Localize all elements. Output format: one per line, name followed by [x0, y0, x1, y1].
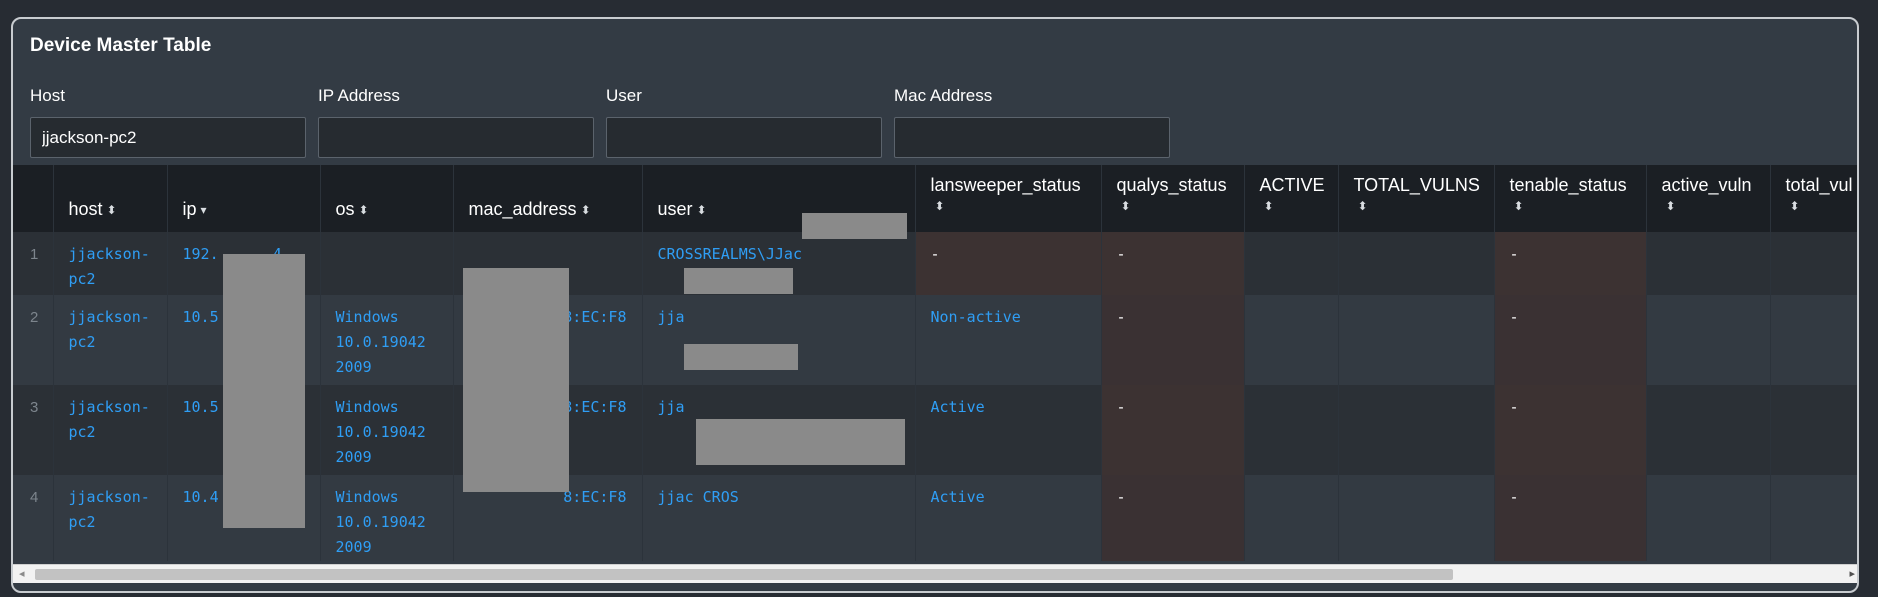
tenable-status-cell[interactable]: -: [1494, 232, 1647, 295]
mac-filter-label: Mac Address: [894, 86, 993, 105]
sort-icon: ⬍: [1513, 199, 1524, 213]
host-cell[interactable]: jjackson-pc2: [53, 232, 168, 295]
row-number: 1: [13, 232, 54, 295]
scroll-right-arrow-icon[interactable]: ▸: [1849, 567, 1855, 580]
host-cell[interactable]: jjackson-pc2: [53, 295, 168, 385]
total-vulns-cell: [1338, 295, 1495, 385]
qualys-status-cell[interactable]: -: [1101, 475, 1245, 561]
user-filter-label: User: [606, 86, 642, 105]
total-vulns-cell: [1338, 385, 1495, 475]
total-vulns-cell: [1338, 232, 1495, 295]
mac-filter: Mac Address: [894, 83, 1170, 158]
user-filter: User: [606, 83, 882, 158]
column-header-ip[interactable]: ip ▾: [167, 165, 321, 232]
sort-icon: ⬍: [1263, 199, 1274, 213]
os-cell[interactable]: Windows 10.0.19042 2009: [320, 295, 454, 385]
ip-filter: IP Address: [318, 83, 594, 158]
table-header-row: host ⬍ ip ▾ os ⬍ mac_address ⬍ user ⬍ lanswee…: [13, 165, 1857, 232]
total-vul-cell: [1770, 295, 1857, 385]
sort-icon: ⬍: [580, 203, 591, 218]
column-header-os[interactable]: os ⬍: [320, 165, 454, 232]
column-header-tenable-status[interactable]: tenable_status ⬍: [1494, 165, 1647, 232]
sort-icon: ⬍: [1789, 199, 1800, 213]
active-vuln-cell: [1646, 232, 1771, 295]
tenable-status-cell[interactable]: -: [1494, 475, 1647, 561]
redaction-block-mac: [463, 268, 569, 492]
total-vul-cell: [1770, 232, 1857, 295]
row-number: 4: [13, 475, 54, 561]
user-filter-input[interactable]: [606, 117, 882, 158]
lansweeper-status-cell[interactable]: -: [915, 232, 1102, 295]
scroll-left-arrow-icon[interactable]: ◂: [19, 567, 25, 580]
tenable-status-cell[interactable]: -: [1494, 295, 1647, 385]
tenable-status-cell[interactable]: -: [1494, 385, 1647, 475]
redaction-block-ip: [223, 254, 305, 528]
host-filter: Host: [30, 83, 306, 158]
host-filter-input[interactable]: [30, 117, 306, 158]
sort-desc-icon: ▾: [200, 203, 207, 218]
redaction-block-user-4: [696, 419, 905, 465]
qualys-status-cell[interactable]: -: [1101, 232, 1245, 295]
os-cell[interactable]: [320, 232, 454, 295]
redaction-block-user-1: [802, 213, 907, 239]
host-filter-label: Host: [30, 86, 65, 105]
panel-title: Device Master Table: [30, 35, 212, 56]
active-cell: [1244, 475, 1339, 561]
sort-icon: ⬍: [1120, 199, 1131, 213]
lansweeper-status-cell[interactable]: Active: [915, 475, 1102, 561]
horizontal-scrollbar[interactable]: ◂ ▸: [13, 564, 1857, 583]
total-vul-cell: [1770, 475, 1857, 561]
device-master-table-panel: Device Master Table Host IP Address User…: [11, 17, 1859, 593]
mac-filter-input[interactable]: [894, 117, 1170, 158]
active-vuln-cell: [1646, 295, 1771, 385]
lansweeper-status-cell[interactable]: Non-active: [915, 295, 1102, 385]
sort-icon: ⬍: [696, 203, 707, 218]
lansweeper-status-cell[interactable]: Active: [915, 385, 1102, 475]
column-header-mac-address[interactable]: mac_address ⬍: [453, 165, 643, 232]
active-vuln-cell: [1646, 385, 1771, 475]
redaction-block-user-2: [684, 268, 793, 294]
column-header-qualys-status[interactable]: qualys_status ⬍: [1101, 165, 1245, 232]
column-header-total-vulns[interactable]: TOTAL_VULNS ⬍: [1338, 165, 1495, 232]
sort-icon: ⬍: [106, 203, 117, 218]
sort-icon: ⬍: [1665, 199, 1676, 213]
active-cell: [1244, 232, 1339, 295]
qualys-status-cell[interactable]: -: [1101, 295, 1245, 385]
host-cell[interactable]: jjackson-pc2: [53, 385, 168, 475]
sort-icon: ⬍: [934, 199, 945, 213]
column-header-active[interactable]: ACTIVE ⬍: [1244, 165, 1339, 232]
column-header-total-vul[interactable]: total_vul ⬍: [1770, 165, 1857, 232]
active-cell: [1244, 385, 1339, 475]
total-vul-cell: [1770, 385, 1857, 475]
sort-icon: ⬍: [1357, 199, 1368, 213]
column-header-active-vuln[interactable]: active_vuln ⬍: [1646, 165, 1771, 232]
column-header-lansweeper-status[interactable]: lansweeper_status ⬍: [915, 165, 1102, 232]
host-cell[interactable]: jjackson-pc2: [53, 475, 168, 561]
ip-filter-label: IP Address: [318, 86, 400, 105]
ip-filter-input[interactable]: [318, 117, 594, 158]
row-number-header: [13, 165, 54, 232]
active-cell: [1244, 295, 1339, 385]
os-cell[interactable]: Windows 10.0.19042 2009: [320, 475, 454, 561]
total-vulns-cell: [1338, 475, 1495, 561]
row-number: 2: [13, 295, 54, 385]
row-number: 3: [13, 385, 54, 475]
redaction-block-user-3: [684, 344, 798, 370]
active-vuln-cell: [1646, 475, 1771, 561]
sort-icon: ⬍: [358, 203, 369, 218]
qualys-status-cell[interactable]: -: [1101, 385, 1245, 475]
user-cell[interactable]: jjac CROS: [642, 475, 916, 561]
results-table: host ⬍ ip ▾ os ⬍ mac_address ⬍ user ⬍ lanswee…: [13, 165, 1857, 561]
column-header-host[interactable]: host ⬍: [53, 165, 168, 232]
user-cell[interactable]: jja: [642, 295, 916, 385]
scrollbar-thumb[interactable]: [35, 569, 1453, 580]
os-cell[interactable]: Windows 10.0.19042 2009: [320, 385, 454, 475]
